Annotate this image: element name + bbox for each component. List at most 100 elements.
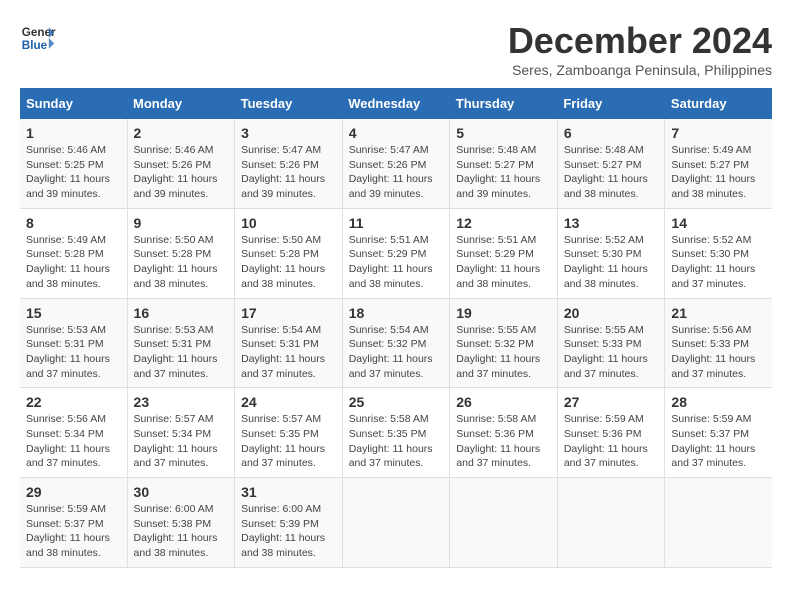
day-number: 27 <box>564 394 659 410</box>
calendar-cell: 6 Sunrise: 5:48 AM Sunset: 5:27 PM Daylig… <box>557 119 665 208</box>
day-number: 11 <box>349 215 444 231</box>
day-info: Sunrise: 5:53 AM Sunset: 5:31 PM Dayligh… <box>134 323 229 382</box>
calendar-cell: 30 Sunrise: 6:00 AM Sunset: 5:38 PM Dayli… <box>127 478 235 568</box>
calendar-body: 1 Sunrise: 5:46 AM Sunset: 5:25 PM Daylig… <box>20 119 772 567</box>
day-number: 3 <box>241 125 336 141</box>
day-number: 25 <box>349 394 444 410</box>
day-number: 1 <box>26 125 121 141</box>
day-info: Sunrise: 5:57 AM Sunset: 5:35 PM Dayligh… <box>241 412 336 471</box>
calendar-week-row: 1 Sunrise: 5:46 AM Sunset: 5:25 PM Daylig… <box>20 119 772 208</box>
day-number: 21 <box>671 305 766 321</box>
calendar-cell: 1 Sunrise: 5:46 AM Sunset: 5:25 PM Daylig… <box>20 119 127 208</box>
day-info: Sunrise: 6:00 AM Sunset: 5:39 PM Dayligh… <box>241 502 336 561</box>
day-number: 23 <box>134 394 229 410</box>
day-info: Sunrise: 5:46 AM Sunset: 5:25 PM Dayligh… <box>26 143 121 202</box>
day-info: Sunrise: 5:56 AM Sunset: 5:33 PM Dayligh… <box>671 323 766 382</box>
calendar-cell: 5Sunrise: 5:48 AM Sunset: 5:27 PM Daylig… <box>450 119 558 208</box>
header-row: Sunday Monday Tuesday Wednesday Thursday… <box>20 88 772 119</box>
calendar-cell: 16 Sunrise: 5:53 AM Sunset: 5:31 PM Dayli… <box>127 298 235 388</box>
day-number: 30 <box>134 484 229 500</box>
page-header: General Blue December 2024 Seres, Zamboa… <box>20 20 772 78</box>
day-info: Sunrise: 5:55 AM Sunset: 5:32 PM Dayligh… <box>456 323 551 382</box>
calendar-week-row: 22 Sunrise: 5:56 AM Sunset: 5:34 PM Dayli… <box>20 388 772 478</box>
day-number: 5 <box>456 125 551 141</box>
day-number: 8 <box>26 215 121 231</box>
calendar-cell: 11 Sunrise: 5:51 AM Sunset: 5:29 PM Dayli… <box>342 208 450 298</box>
day-info: Sunrise: 5:55 AM Sunset: 5:33 PM Dayligh… <box>564 323 659 382</box>
day-info: Sunrise: 5:58 AM Sunset: 5:36 PM Dayligh… <box>456 412 551 471</box>
day-info: Sunrise: 5:49 AM Sunset: 5:27 PM Dayligh… <box>671 143 766 202</box>
day-number: 29 <box>26 484 121 500</box>
calendar-cell: 24Sunrise: 5:57 AM Sunset: 5:35 PM Dayli… <box>235 388 343 478</box>
calendar-cell: 27 Sunrise: 5:59 AM Sunset: 5:36 PM Dayli… <box>557 388 665 478</box>
day-number: 17 <box>241 305 336 321</box>
day-number: 10 <box>241 215 336 231</box>
day-number: 18 <box>349 305 444 321</box>
day-info: Sunrise: 5:50 AM Sunset: 5:28 PM Dayligh… <box>134 233 229 292</box>
title-section: December 2024 Seres, Zamboanga Peninsula… <box>508 20 772 78</box>
day-number: 12 <box>456 215 551 231</box>
day-info: Sunrise: 5:53 AM Sunset: 5:31 PM Dayligh… <box>26 323 121 382</box>
day-number: 14 <box>671 215 766 231</box>
calendar-cell <box>665 478 772 568</box>
calendar-cell: 2Sunrise: 5:46 AM Sunset: 5:26 PM Daylig… <box>127 119 235 208</box>
day-info: Sunrise: 5:54 AM Sunset: 5:32 PM Dayligh… <box>349 323 444 382</box>
calendar-cell <box>450 478 558 568</box>
day-number: 28 <box>671 394 766 410</box>
day-number: 31 <box>241 484 336 500</box>
day-info: Sunrise: 5:47 AM Sunset: 5:26 PM Dayligh… <box>241 143 336 202</box>
header-thursday: Thursday <box>450 88 558 119</box>
day-number: 26 <box>456 394 551 410</box>
calendar-cell: 13Sunrise: 5:52 AM Sunset: 5:30 PM Dayli… <box>557 208 665 298</box>
day-number: 16 <box>134 305 229 321</box>
calendar-cell <box>342 478 450 568</box>
header-wednesday: Wednesday <box>342 88 450 119</box>
day-info: Sunrise: 5:54 AM Sunset: 5:31 PM Dayligh… <box>241 323 336 382</box>
logo: General Blue <box>20 20 56 56</box>
logo-icon: General Blue <box>20 20 56 56</box>
header-sunday: Sunday <box>20 88 127 119</box>
day-number: 7 <box>671 125 766 141</box>
day-info: Sunrise: 5:56 AM Sunset: 5:34 PM Dayligh… <box>26 412 121 471</box>
calendar-cell: 4Sunrise: 5:47 AM Sunset: 5:26 PM Daylig… <box>342 119 450 208</box>
day-info: Sunrise: 5:47 AM Sunset: 5:26 PM Dayligh… <box>349 143 444 202</box>
header-friday: Friday <box>557 88 665 119</box>
header-tuesday: Tuesday <box>235 88 343 119</box>
calendar-cell: 17 Sunrise: 5:54 AM Sunset: 5:31 PM Dayli… <box>235 298 343 388</box>
calendar-cell: 25Sunrise: 5:58 AM Sunset: 5:35 PM Dayli… <box>342 388 450 478</box>
header-saturday: Saturday <box>665 88 772 119</box>
calendar-cell: 8 Sunrise: 5:49 AM Sunset: 5:28 PM Daylig… <box>20 208 127 298</box>
calendar-week-row: 8 Sunrise: 5:49 AM Sunset: 5:28 PM Daylig… <box>20 208 772 298</box>
day-info: Sunrise: 5:51 AM Sunset: 5:29 PM Dayligh… <box>349 233 444 292</box>
day-number: 22 <box>26 394 121 410</box>
day-info: Sunrise: 5:52 AM Sunset: 5:30 PM Dayligh… <box>564 233 659 292</box>
day-info: Sunrise: 6:00 AM Sunset: 5:38 PM Dayligh… <box>134 502 229 561</box>
day-number: 6 <box>564 125 659 141</box>
day-info: Sunrise: 5:50 AM Sunset: 5:28 PM Dayligh… <box>241 233 336 292</box>
day-info: Sunrise: 5:52 AM Sunset: 5:30 PM Dayligh… <box>671 233 766 292</box>
calendar-table: Sunday Monday Tuesday Wednesday Thursday… <box>20 88 772 568</box>
calendar-cell: 12 Sunrise: 5:51 AM Sunset: 5:29 PM Dayli… <box>450 208 558 298</box>
calendar-week-row: 15 Sunrise: 5:53 AM Sunset: 5:31 PM Dayli… <box>20 298 772 388</box>
day-info: Sunrise: 5:51 AM Sunset: 5:29 PM Dayligh… <box>456 233 551 292</box>
calendar-cell: 26 Sunrise: 5:58 AM Sunset: 5:36 PM Dayli… <box>450 388 558 478</box>
calendar-cell: 9Sunrise: 5:50 AM Sunset: 5:28 PM Daylig… <box>127 208 235 298</box>
calendar-header: Sunday Monday Tuesday Wednesday Thursday… <box>20 88 772 119</box>
calendar-cell: 19 Sunrise: 5:55 AM Sunset: 5:32 PM Dayli… <box>450 298 558 388</box>
day-info: Sunrise: 5:59 AM Sunset: 5:37 PM Dayligh… <box>26 502 121 561</box>
calendar-cell: 18 Sunrise: 5:54 AM Sunset: 5:32 PM Dayli… <box>342 298 450 388</box>
calendar-cell: 28Sunrise: 5:59 AM Sunset: 5:37 PM Dayli… <box>665 388 772 478</box>
day-number: 19 <box>456 305 551 321</box>
day-info: Sunrise: 5:46 AM Sunset: 5:26 PM Dayligh… <box>134 143 229 202</box>
day-info: Sunrise: 5:48 AM Sunset: 5:27 PM Dayligh… <box>564 143 659 202</box>
calendar-cell <box>557 478 665 568</box>
day-number: 15 <box>26 305 121 321</box>
location-subtitle: Seres, Zamboanga Peninsula, Philippines <box>508 62 772 78</box>
day-info: Sunrise: 5:49 AM Sunset: 5:28 PM Dayligh… <box>26 233 121 292</box>
day-info: Sunrise: 5:59 AM Sunset: 5:36 PM Dayligh… <box>564 412 659 471</box>
calendar-cell: 20Sunrise: 5:55 AM Sunset: 5:33 PM Dayli… <box>557 298 665 388</box>
svg-text:Blue: Blue <box>22 39 48 52</box>
calendar-cell: 22 Sunrise: 5:56 AM Sunset: 5:34 PM Dayli… <box>20 388 127 478</box>
calendar-cell: 21 Sunrise: 5:56 AM Sunset: 5:33 PM Dayli… <box>665 298 772 388</box>
calendar-cell: 3 Sunrise: 5:47 AM Sunset: 5:26 PM Daylig… <box>235 119 343 208</box>
